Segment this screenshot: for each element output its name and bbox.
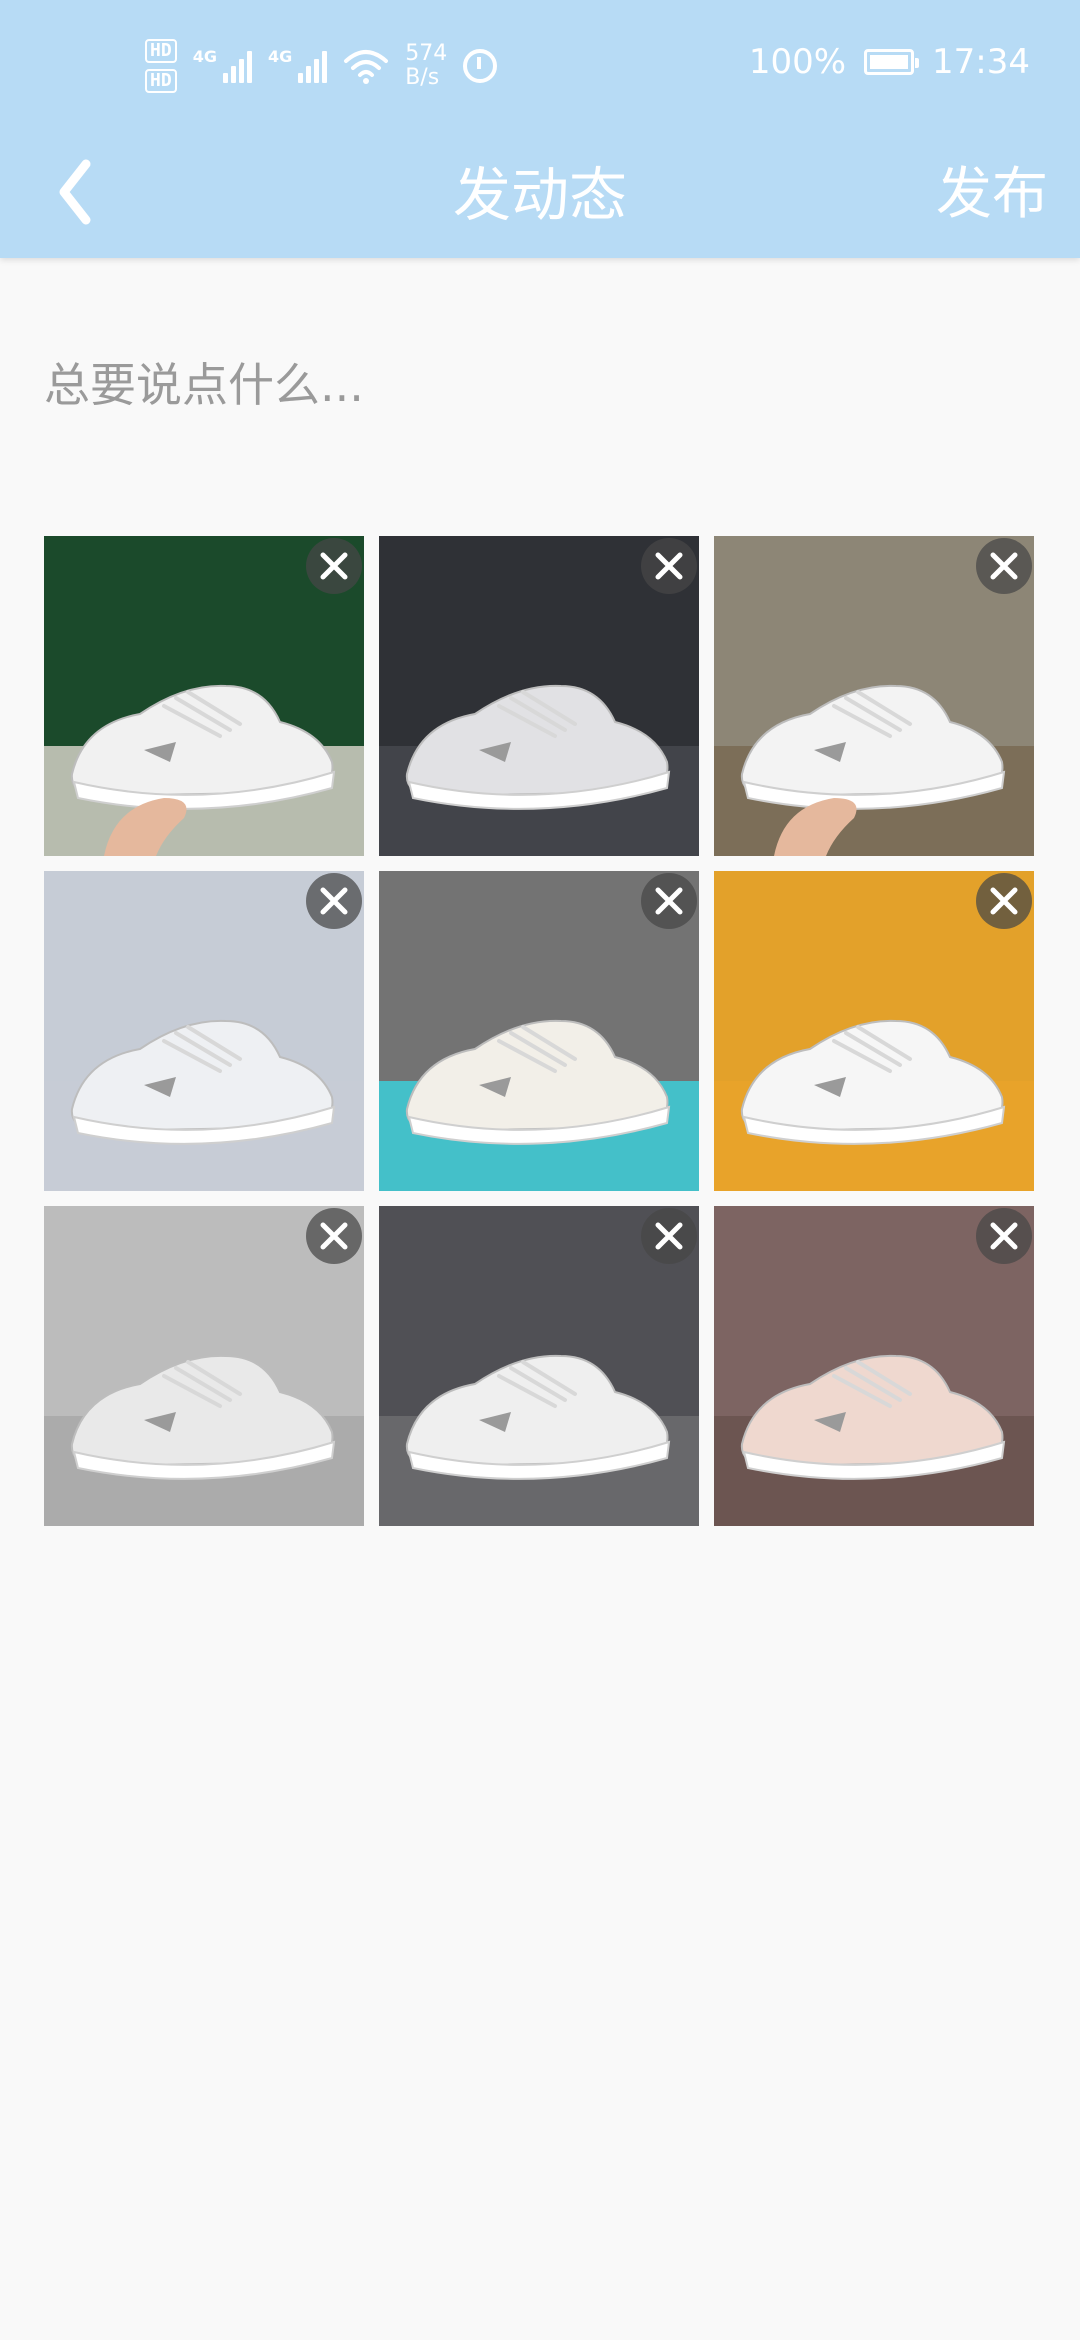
remove-photo-button[interactable] — [641, 873, 697, 929]
photo-thumbnail[interactable] — [44, 1206, 364, 1526]
app-header: HD HD 4G 4G 574 B/s 100% 17:34 发动态 发布 — [0, 0, 1080, 258]
network-type-label: 4G — [192, 47, 217, 66]
remove-photo-button[interactable] — [306, 538, 362, 594]
close-icon — [320, 552, 348, 580]
photo-thumbnail[interactable] — [44, 871, 364, 1191]
remove-photo-button[interactable] — [306, 1208, 362, 1264]
close-icon — [320, 1222, 348, 1250]
nav-bar: 发动态 发布 — [0, 130, 1080, 258]
speed-unit: B/s — [405, 65, 440, 90]
photo-grid — [44, 536, 1036, 1526]
remove-photo-button[interactable] — [976, 1208, 1032, 1264]
speed-value: 574 — [405, 41, 448, 66]
close-icon — [320, 887, 348, 915]
status-left: HD HD 4G 4G 574 B/s — [145, 36, 498, 96]
network-speed: 574 B/s — [405, 42, 447, 90]
clock: 17:34 — [932, 42, 1030, 82]
hd-icon: HD HD — [145, 39, 177, 93]
post-text-input[interactable] — [44, 340, 1024, 430]
photo-thumbnail[interactable] — [44, 536, 364, 856]
close-icon — [655, 552, 683, 580]
network-type-label: 4G — [267, 47, 293, 66]
status-bar: HD HD 4G 4G 574 B/s 100% 17:34 — [0, 0, 1080, 130]
photo-thumbnail[interactable] — [714, 871, 1034, 1191]
status-right: 100% 17:34 — [749, 42, 1030, 82]
battery-percent: 100% — [748, 42, 847, 82]
remove-photo-button[interactable] — [976, 873, 1032, 929]
close-icon — [990, 1222, 1018, 1250]
remove-photo-button[interactable] — [976, 538, 1032, 594]
publish-button[interactable]: 发布 — [936, 156, 1048, 234]
photo-thumbnail[interactable] — [714, 536, 1034, 856]
wifi-icon — [344, 50, 389, 84]
remove-photo-button[interactable] — [641, 1208, 697, 1264]
battery-icon — [864, 49, 920, 75]
photo-thumbnail[interactable] — [379, 536, 699, 856]
photo-thumbnail[interactable] — [714, 1206, 1034, 1526]
signal-icon-sim2: 4G — [267, 47, 328, 83]
close-icon — [990, 887, 1018, 915]
photo-thumbnail[interactable] — [379, 1206, 699, 1526]
close-icon — [990, 552, 1018, 580]
remove-photo-button[interactable] — [641, 538, 697, 594]
close-icon — [655, 887, 683, 915]
page-title: 发动态 — [452, 161, 627, 229]
remove-photo-button[interactable] — [306, 873, 362, 929]
photo-thumbnail[interactable] — [379, 871, 699, 1191]
alarm-icon — [463, 49, 498, 83]
signal-icon-sim1: 4G — [193, 49, 252, 83]
close-icon — [655, 1222, 683, 1250]
